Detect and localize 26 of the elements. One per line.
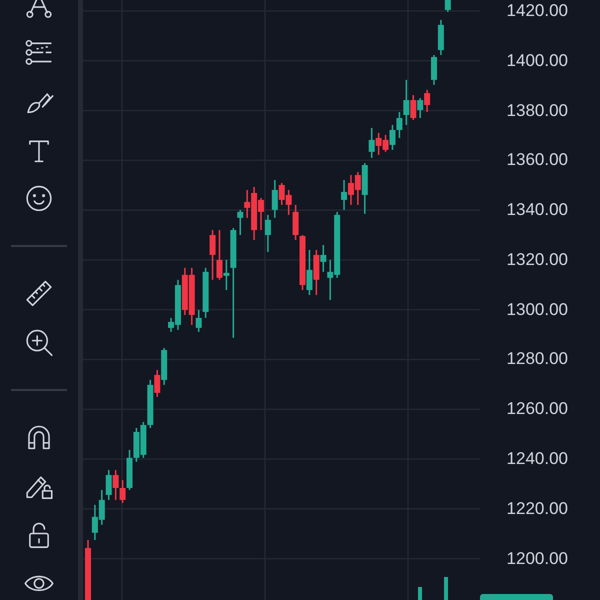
rising-candle: [444, 0, 451, 12]
falling-candle: [424, 90, 430, 112]
rising-candle: [306, 250, 312, 296]
rising-candle: [368, 128, 375, 158]
falling-candle: [85, 540, 91, 600]
price-label: 1280.00: [506, 348, 569, 370]
falling-candle: [410, 95, 416, 120]
price-label: 1260.00: [506, 398, 569, 420]
volume-bar: [444, 577, 448, 600]
volume-bar: [418, 587, 422, 600]
rising-candle: [161, 348, 168, 385]
price-label: 1220.00: [506, 498, 569, 520]
price-label: 1320.00: [506, 248, 569, 271]
price-label: 1340.00: [506, 199, 569, 222]
rising-candle: [362, 163, 368, 214]
price-label: 1360.00: [506, 149, 569, 172]
falling-candle: [154, 370, 160, 397]
price-label: 1400.00: [506, 50, 569, 72]
price-label: 1420.00: [506, 0, 569, 22]
rising-candle: [417, 98, 424, 118]
falling-candle: [313, 250, 320, 296]
rising-candle: [341, 180, 348, 210]
price-label: 1200.00: [506, 548, 569, 570]
price-label: 1240.00: [506, 448, 569, 470]
price-label: 1380.00: [506, 100, 569, 122]
price-label: 1300.00: [506, 298, 569, 321]
